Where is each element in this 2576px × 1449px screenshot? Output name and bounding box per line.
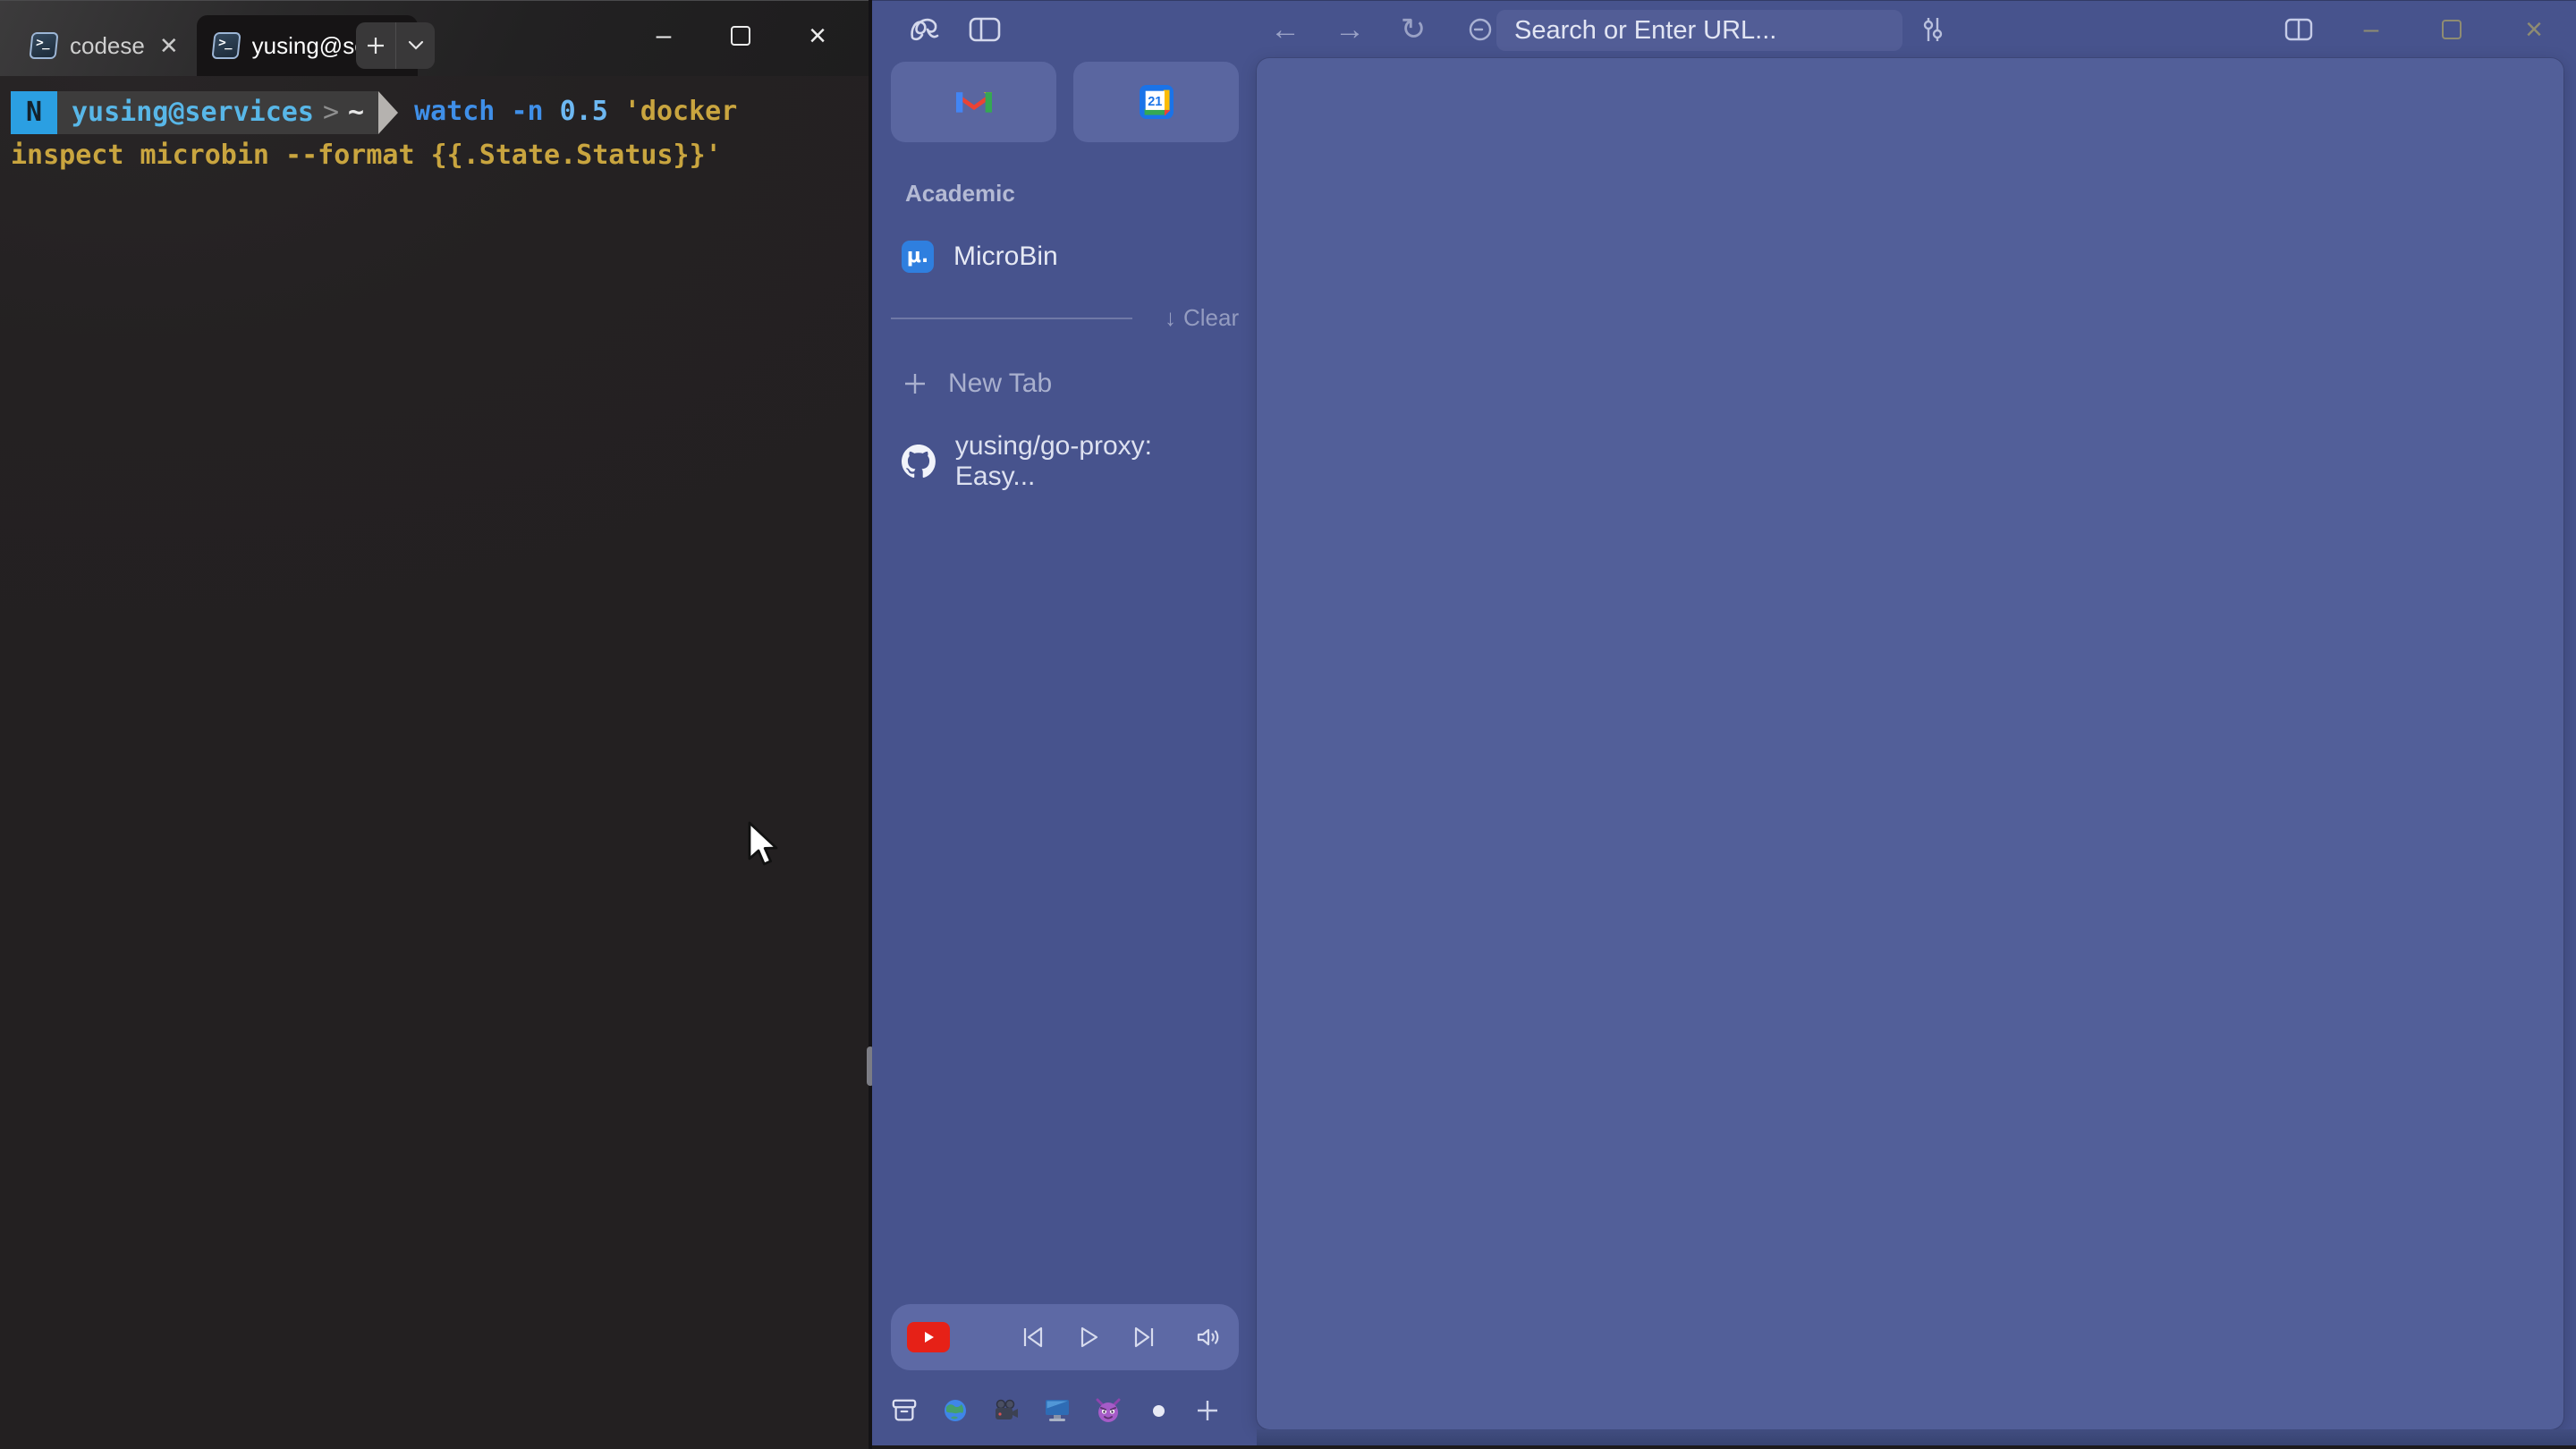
terminal-command-line: Nyusing@services>~watch -n 0.5 'docker i… xyxy=(11,90,858,177)
browser-window: ← → ↻ Search or Enter URL... xyxy=(872,0,2576,1449)
plus-icon xyxy=(903,372,927,395)
close-tab-icon[interactable]: ✕ xyxy=(157,32,181,60)
essential-tab-google-calendar[interactable]: 21 xyxy=(1073,62,1239,142)
command-interval: 0.5 xyxy=(560,96,624,127)
workspace-movie-camera-icon[interactable] xyxy=(993,1397,1020,1424)
reload-button[interactable]: ↻ xyxy=(1394,1,1433,58)
powershell-icon xyxy=(211,32,241,59)
back-button[interactable]: ← xyxy=(1266,1,1305,58)
clear-label: Clear xyxy=(1183,304,1239,332)
media-controls xyxy=(1020,1324,1157,1351)
prompt-path: ~ xyxy=(348,97,364,128)
new-tab-label: New Tab xyxy=(948,369,1052,399)
plus-icon xyxy=(366,36,386,55)
separator-line xyxy=(891,318,1132,319)
command-program: watch xyxy=(414,96,511,127)
url-bar[interactable]: Search or Enter URL... xyxy=(1496,10,1902,51)
archive-tabs-button[interactable] xyxy=(891,1397,918,1424)
workspace-indicator-dot[interactable] xyxy=(1153,1405,1165,1417)
chevron-down-icon xyxy=(408,40,424,51)
window-bottom-edge xyxy=(872,1445,2576,1449)
sidebar-toggle-icon xyxy=(969,17,1001,42)
split-view-button[interactable] xyxy=(2278,1,2319,58)
terminal-tab-codese[interactable]: codese ✕ xyxy=(14,15,197,76)
prompt-separator-icon: > xyxy=(314,97,348,128)
url-placeholder: Search or Enter URL... xyxy=(1514,16,1776,46)
essentials-grid: 21 xyxy=(891,62,1239,142)
calendar-date: 21 xyxy=(1148,95,1162,109)
tab-bar-buttons xyxy=(356,22,435,69)
tabs-separator-row: ↓ Clear xyxy=(891,304,1239,332)
google-calendar-icon: 21 xyxy=(1140,85,1174,119)
add-workspace-button[interactable] xyxy=(1194,1397,1221,1424)
desktop: codese ✕ yusing@services ✕ – xyxy=(0,0,2576,1449)
close-button[interactable]: × xyxy=(779,1,856,71)
forward-button[interactable]: → xyxy=(1330,1,1369,58)
sliders-icon xyxy=(1919,15,1946,44)
media-player xyxy=(891,1304,1239,1370)
prompt-shell-badge: N xyxy=(11,91,57,134)
github-icon xyxy=(902,445,936,479)
play-icon xyxy=(921,1330,936,1344)
arrow-down-icon: ↓ xyxy=(1165,304,1176,332)
web-content-area[interactable] xyxy=(1257,58,2563,1429)
terminal-screen[interactable]: Nyusing@services>~watch -n 0.5 'docker i… xyxy=(0,76,869,1449)
youtube-source-button[interactable] xyxy=(907,1322,950,1352)
tab-title: yusing@services xyxy=(252,32,367,60)
play-button[interactable] xyxy=(1075,1324,1102,1351)
page-settings-button[interactable] xyxy=(1913,1,1953,58)
browser-toolbar: ← → ↻ Search or Enter URL... xyxy=(872,1,2576,58)
workspace-bar xyxy=(891,1385,1239,1436)
volume-icon xyxy=(1196,1326,1223,1349)
prompt-arrow-icon xyxy=(378,91,398,134)
terminal-window: codese ✕ yusing@services ✕ – xyxy=(0,0,869,1449)
command-flag: -n xyxy=(511,96,559,127)
workspace-section-label: Academic xyxy=(905,180,1239,208)
workspace-desktop-computer-icon[interactable] xyxy=(1044,1397,1071,1424)
prompt-user-host: yusing@services xyxy=(72,97,314,128)
terminal-titlebar[interactable]: codese ✕ yusing@services ✕ – xyxy=(0,1,869,76)
zen-browser-icon xyxy=(908,14,940,45)
gmail-icon xyxy=(956,89,992,115)
volume-button[interactable] xyxy=(1196,1324,1223,1351)
terminal-caption-buttons: – × xyxy=(625,1,856,71)
mouse-cursor xyxy=(744,819,780,869)
link-icon xyxy=(1462,1,1498,58)
terminal-profile-dropdown-button[interactable] xyxy=(395,22,435,69)
plus-icon xyxy=(1195,1398,1220,1423)
play-icon xyxy=(1077,1326,1100,1349)
zen-logo-button[interactable] xyxy=(906,1,942,58)
minimize-button[interactable]: – xyxy=(625,1,702,71)
maximize-icon xyxy=(731,26,750,46)
browser-sidebar: 21 Academic μ. MicroBin ↓ Clear New Tab xyxy=(872,58,1251,1449)
close-button[interactable]: × xyxy=(2512,1,2555,58)
pinned-tab-microbin[interactable]: μ. MicroBin xyxy=(891,229,1239,284)
clear-tabs-button[interactable]: ↓ Clear xyxy=(1165,304,1239,332)
powershell-icon xyxy=(29,32,58,59)
previous-icon xyxy=(1021,1326,1046,1349)
next-track-button[interactable] xyxy=(1131,1324,1157,1351)
maximize-button[interactable] xyxy=(702,1,779,71)
archive-box-icon xyxy=(891,1397,918,1424)
tab-title: codese xyxy=(70,32,145,60)
tab-go-proxy[interactable]: yusing/go-proxy: Easy... xyxy=(891,434,1239,489)
sidebar-toggle-button[interactable] xyxy=(965,1,1004,58)
tab-title: MicroBin xyxy=(953,242,1058,272)
maximize-button[interactable] xyxy=(2430,1,2473,58)
maximize-icon xyxy=(2442,20,2462,39)
essential-tab-gmail[interactable] xyxy=(891,62,1056,142)
split-view-icon xyxy=(2284,18,2313,41)
microbin-favicon: μ. xyxy=(902,241,934,273)
previous-track-button[interactable] xyxy=(1020,1324,1046,1351)
new-terminal-tab-button[interactable] xyxy=(356,22,395,69)
new-tab-button[interactable]: New Tab xyxy=(891,357,1239,411)
workspace-devil-face-icon[interactable] xyxy=(1095,1397,1122,1424)
tab-title: yusing/go-proxy: Easy... xyxy=(955,431,1239,492)
minimize-button[interactable]: – xyxy=(2350,1,2393,58)
next-icon xyxy=(1131,1326,1157,1349)
workspace-earth-globe-icon[interactable] xyxy=(942,1397,969,1424)
